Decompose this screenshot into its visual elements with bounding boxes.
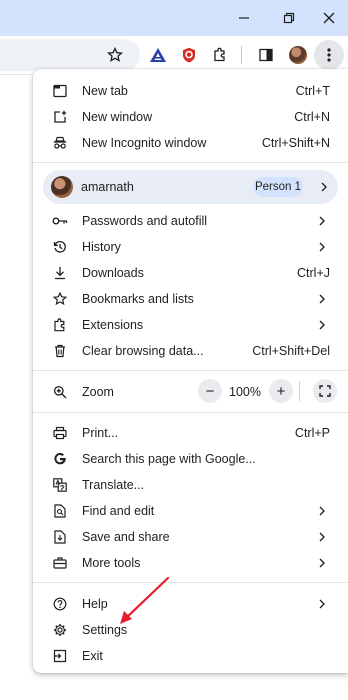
annotation-arrow bbox=[120, 576, 170, 624]
